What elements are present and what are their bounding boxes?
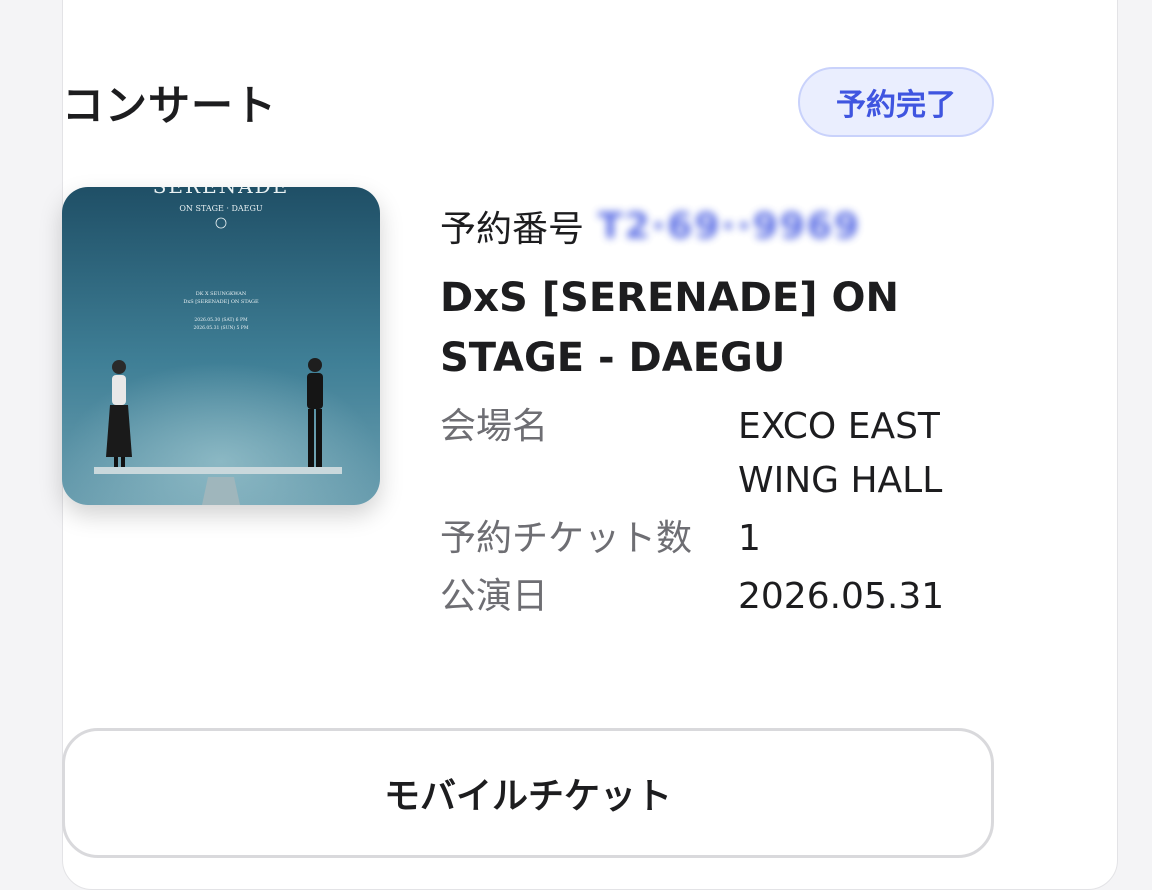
ticket-count-label: 予約チケット数: [440, 518, 693, 559]
performance-date-value: 2026.05.31: [738, 576, 945, 617]
ticket-count-value: 1: [738, 518, 761, 559]
category-title: コンサート: [62, 80, 278, 130]
poster-stand: [202, 477, 240, 505]
event-poster[interactable]: SERENADE ON STAGE · DAEGU DK X SEUNGKWAN…: [62, 187, 380, 505]
reservation-number-row: 予約番号 T2·69··9969: [440, 196, 1000, 256]
poster-plank: [94, 467, 342, 474]
venue-label: 会場名: [440, 406, 549, 447]
event-title[interactable]: DxS [SERENADE] ON STAGE - DAEGU: [440, 268, 960, 388]
poster-date1: 2026.05.30 (SAT) 6 PM: [194, 316, 248, 323]
status-badge: 予約完了: [798, 67, 994, 137]
performance-date-label: 公演日: [440, 576, 549, 617]
reservation-number-label: 予約番号: [440, 209, 585, 250]
poster-title: SERENADE: [153, 187, 290, 198]
reservation-number-value: T2·69··9969: [598, 205, 861, 247]
card-header: コンサート 予約完了: [62, 64, 994, 140]
mobile-ticket-button[interactable]: モバイルチケット: [62, 728, 994, 858]
reservation-info: 予約番号 T2·69··9969 DxS [SERENADE] ON STAGE…: [440, 196, 1000, 624]
venue-value: EXCO EAST WING HALL: [738, 406, 943, 501]
poster-line1: DK X SEUNGKWAN: [196, 291, 247, 297]
poster-date2: 2026.05.31 (SUN) 5 PM: [194, 324, 249, 331]
event-details: 会場名 EXCO EAST WING HALL 予約チケット数 1 公演日 20…: [440, 400, 1000, 624]
poster-line2: DxS [SERENADE] ON STAGE: [183, 299, 259, 305]
poster-subtitle: ON STAGE · DAEGU: [179, 204, 263, 213]
